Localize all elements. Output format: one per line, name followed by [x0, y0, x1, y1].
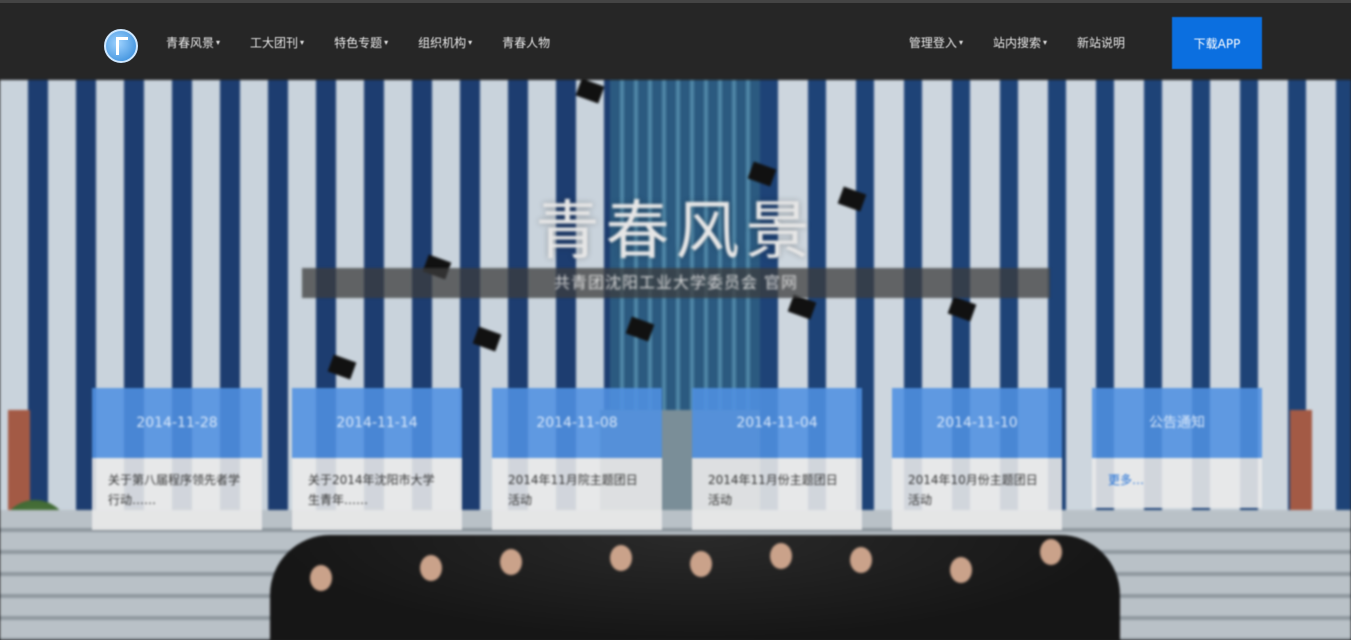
graduates-group: [270, 535, 1120, 640]
top-navigation-bar: 青春风景 ▾ 工大团刊 ▾ 特色专题 ▾ 组织机构 ▾ 青春人物 管理登入 ▾ 站内搜索 ▾…: [0, 0, 1351, 80]
news-card[interactable]: 2014-11-10 2014年10月份主题团日活动: [892, 388, 1062, 530]
chevron-down-icon: ▾: [1042, 38, 1047, 47]
news-card[interactable]: 2014-11-28 关于第八届程序领先者学行动……: [92, 388, 262, 530]
news-card-date: 2014-11-04: [692, 388, 862, 458]
graduate-face: [850, 547, 872, 573]
news-card-text: 2014年11月院主题团日活动: [492, 458, 662, 530]
graduate-face: [950, 557, 972, 583]
news-cards: 2014-11-28 关于第八届程序领先者学行动…… 2014-11-14 关于…: [92, 388, 1262, 533]
nav-item-label: 工大团刊: [250, 36, 299, 50]
news-card[interactable]: 2014-11-14 关于2014年沈阳市大学生青年……: [292, 388, 462, 530]
primary-nav: 青春风景 ▾ 工大团刊 ▾ 特色专题 ▾ 组织机构 ▾ 青春人物: [166, 34, 582, 52]
site-logo-icon[interactable]: [104, 29, 138, 63]
graduate-face: [500, 549, 522, 575]
nav-item-label: 组织机构: [418, 36, 467, 50]
hero-background-image: [0, 80, 1351, 640]
chevron-down-icon: ▾: [958, 38, 963, 47]
nav-item-people[interactable]: 青春人物: [502, 34, 552, 52]
nav-item-label: 站内搜索: [992, 36, 1041, 50]
nav-item-login[interactable]: 管理登入 ▾: [909, 34, 963, 52]
nav-item-topics[interactable]: 特色专题 ▾: [334, 34, 388, 52]
nav-item-site-search[interactable]: 站内搜索 ▾: [993, 34, 1047, 52]
graduate-face: [310, 565, 332, 591]
hero-title: 青春风景: [535, 195, 816, 269]
notice-card-title: 公告通知: [1092, 388, 1262, 458]
nav-item-journal[interactable]: 工大团刊 ▾: [250, 34, 304, 52]
notice-card[interactable]: 公告通知 更多…: [1092, 388, 1262, 508]
news-card-text: 关于2014年沈阳市大学生青年……: [292, 458, 462, 530]
graduate-face: [1040, 539, 1062, 565]
news-card[interactable]: 2014-11-08 2014年11月院主题团日活动: [492, 388, 662, 530]
nav-item-organization[interactable]: 组织机构 ▾: [418, 34, 472, 52]
more-link[interactable]: 更多…: [1092, 458, 1262, 508]
chevron-down-icon: ▾: [300, 38, 305, 47]
news-card-text: 关于第八届程序领先者学行动……: [92, 458, 262, 530]
nav-item-label: 特色专题: [334, 36, 383, 50]
news-card[interactable]: 2014-11-04 2014年11月份主题团日活动: [692, 388, 862, 530]
nav-item-label: 青春人物: [502, 36, 551, 50]
graduate-face: [420, 555, 442, 581]
nav-item-scenery[interactable]: 青春风景 ▾: [166, 34, 220, 52]
download-app-button[interactable]: 下载APP: [1172, 17, 1262, 69]
news-card-date: 2014-11-14: [292, 388, 462, 458]
news-card-text: 2014年11月份主题团日活动: [692, 458, 862, 530]
news-card-date: 2014-11-08: [492, 388, 662, 458]
news-card-text: 2014年10月份主题团日活动: [892, 458, 1062, 530]
nav-item-label: 青春风景: [166, 36, 215, 50]
nav-item-site-notes[interactable]: 新站说明: [1077, 34, 1127, 52]
graduate-face: [610, 545, 632, 571]
nav-item-label: 管理登入: [908, 36, 957, 50]
hero-subtitle: 共青团沈阳工业大学委员会 官网: [302, 268, 1050, 298]
chevron-down-icon: ▾: [216, 38, 221, 47]
news-card-date: 2014-11-10: [892, 388, 1062, 458]
chevron-down-icon: ▾: [468, 38, 473, 47]
nav-item-label: 新站说明: [1076, 36, 1125, 50]
graduate-face: [770, 543, 792, 569]
news-card-date: 2014-11-28: [92, 388, 262, 458]
secondary-nav: 管理登入 ▾ 站内搜索 ▾ 新站说明: [909, 34, 1157, 52]
graduate-face: [690, 551, 712, 577]
chevron-down-icon: ▾: [384, 38, 389, 47]
